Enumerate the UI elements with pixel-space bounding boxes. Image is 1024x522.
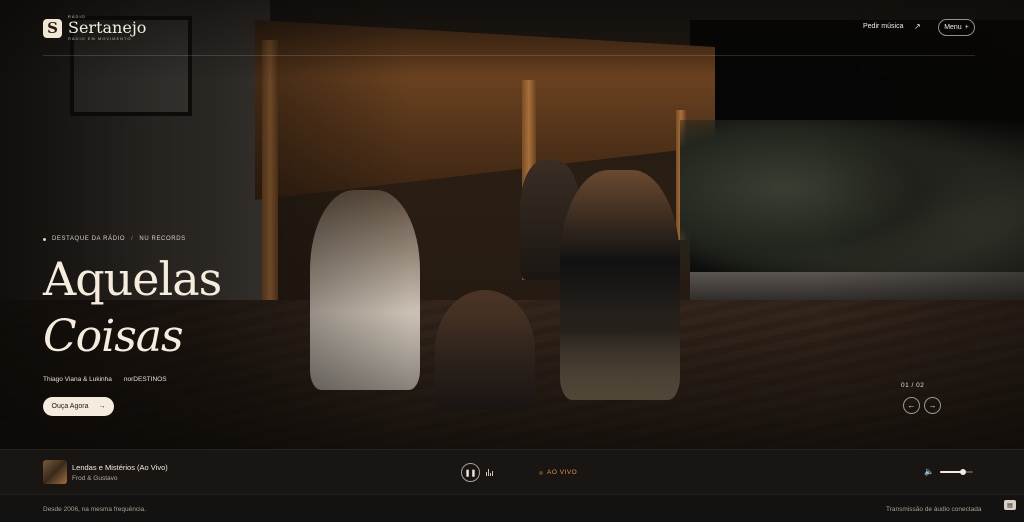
hero-credits: Thiago Viana & Lukinha norDESTINOS — [43, 376, 167, 383]
pause-button[interactable]: ❚❚ — [461, 463, 480, 482]
site-footer: Desde 2006, na mesma frequência. Transmi… — [0, 494, 1024, 522]
eyebrow-primary: DESTAQUE DA RÁDIO — [52, 236, 126, 242]
hero-album: norDESTINOS — [123, 376, 167, 383]
hero-title-line1: Aquelas — [43, 252, 222, 306]
eyebrow-secondary: NU RECORDS — [139, 236, 186, 242]
site-header: S RÁDIO Sertanejo RÁDIO EM MOVIMENTO Ped… — [0, 0, 1024, 56]
equalizer-icon — [486, 469, 493, 476]
eyebrow-separator: / — [131, 236, 134, 242]
live-dot-icon — [539, 470, 543, 475]
menu-button[interactable]: Menu + — [938, 19, 975, 36]
header-divider — [43, 55, 975, 56]
listen-now-button[interactable]: Ouça Agora → — [43, 397, 114, 416]
hero-eyebrow: DESTAQUE DA RÁDIO / NU RECORDS — [43, 236, 186, 242]
chat-icon[interactable]: ▤ — [1004, 500, 1016, 510]
chat-glyph: ▤ — [1007, 502, 1013, 509]
logo-mark: S — [43, 18, 62, 38]
volume-knob[interactable] — [960, 469, 967, 475]
logo-name: Sertanejo — [68, 18, 147, 37]
volume-icon[interactable]: 🔈 — [924, 467, 934, 476]
arrow-left-icon: ← — [907, 401, 916, 410]
track-artist: Frod & Gustavo — [72, 475, 118, 482]
arrow-right-icon: → — [98, 403, 106, 410]
arrow-up-right-icon[interactable]: ↗ — [914, 22, 921, 31]
slide-counter: 01 / 02 — [901, 382, 925, 389]
track-title: Lendas e Mistérios (Ao Vivo) — [72, 463, 168, 472]
player-bar: Lendas e Mistérios (Ao Vivo) Frod & Gust… — [0, 449, 1024, 494]
logo-text: RÁDIO Sertanejo RÁDIO EM MOVIMENTO — [68, 15, 146, 41]
request-song-link[interactable]: Pedir música — [863, 23, 903, 30]
logo-tagline: RÁDIO EM MOVIMENTO — [68, 36, 132, 41]
bullet-icon — [43, 237, 46, 241]
hero-title-line2: Coisas — [43, 311, 184, 362]
volume-slider[interactable] — [940, 469, 973, 475]
live-label: AO VIVO — [547, 469, 578, 476]
connection-status: Transmissão de áudio conectada — [886, 506, 982, 513]
plus-icon: + — [964, 24, 969, 31]
prev-slide-button[interactable]: ← — [903, 397, 920, 414]
arrow-right-icon: → — [928, 401, 937, 410]
next-slide-button[interactable]: → — [924, 397, 941, 414]
listen-now-label: Ouça Agora — [51, 403, 89, 410]
pause-icon: ❚❚ — [464, 469, 477, 477]
live-indicator: AO VIVO — [539, 469, 577, 476]
track-cover — [43, 460, 67, 484]
hero-artists: Thiago Viana & Lukinha — [43, 376, 112, 383]
footer-tagline: Desde 2006, na mesma frequência. — [43, 506, 146, 513]
menu-label: Menu — [944, 24, 962, 31]
logo[interactable]: S RÁDIO Sertanejo RÁDIO EM MOVIMENTO — [43, 15, 146, 41]
